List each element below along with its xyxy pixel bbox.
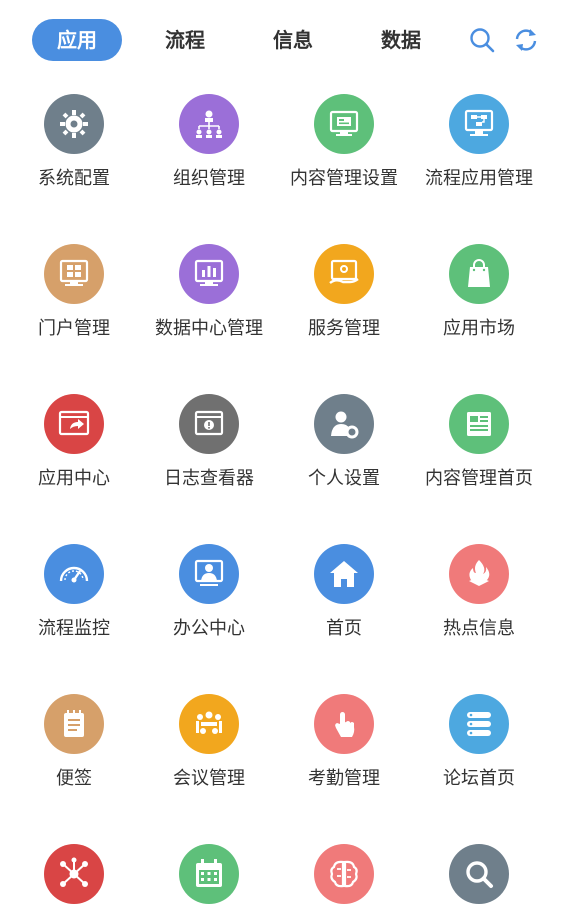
app-item-forum[interactable]: 论坛首页 [412,694,547,790]
flowchart-icon [449,94,509,154]
app-item-calendar[interactable] [142,844,277,904]
service-icon [314,244,374,304]
app-label: 流程监控 [38,618,110,639]
brain-icon [314,844,374,904]
app-item-home[interactable]: 首页 [277,544,412,640]
home-icon [314,544,374,604]
app-item-gear[interactable]: 系统配置 [7,94,142,190]
app-item-bar-chart[interactable]: 数据中心管理 [142,244,277,340]
search-icon [449,844,509,904]
app-item-search[interactable] [412,844,547,904]
calendar-icon [179,844,239,904]
app-label: 考勤管理 [308,768,380,789]
app-label: 系统配置 [38,168,110,189]
app-item-app-center[interactable]: 应用中心 [7,394,142,490]
app-label: 流程应用管理 [425,168,533,189]
app-label: 门户管理 [38,318,110,339]
app-center-icon [44,394,104,454]
app-item-user-settings[interactable]: 个人设置 [277,394,412,490]
app-label: 首页 [326,618,362,639]
app-label: 个人设置 [308,468,380,489]
app-item-log-viewer[interactable]: 日志查看器 [142,394,277,490]
app-label: 办公中心 [173,618,245,639]
app-item-brain[interactable] [277,844,412,904]
app-item-fire[interactable]: 热点信息 [412,544,547,640]
app-label: 日志查看器 [164,468,254,489]
office-icon [179,544,239,604]
org-chart-icon [179,94,239,154]
network-icon [44,844,104,904]
app-label: 组织管理 [173,168,245,189]
app-grid: 系统配置 组织管理 内容管理设置 流程应用管理 门户管理 数据中心管理 服务管理… [0,0,568,904]
portal-icon [44,244,104,304]
content-settings-icon [314,94,374,154]
app-label: 内容管理设置 [290,168,398,189]
fire-icon [449,544,509,604]
app-item-shopping-bag[interactable]: 应用市场 [412,244,547,340]
app-item-notepad[interactable]: 便签 [7,694,142,790]
app-item-touch[interactable]: 考勤管理 [277,694,412,790]
gear-icon [44,94,104,154]
app-item-portal[interactable]: 门户管理 [7,244,142,340]
touch-icon [314,694,374,754]
app-item-flowchart[interactable]: 流程应用管理 [412,94,547,190]
app-item-content-settings[interactable]: 内容管理设置 [277,94,412,190]
app-label: 便签 [56,768,92,789]
app-item-news[interactable]: 内容管理首页 [412,394,547,490]
app-label: 数据中心管理 [155,318,263,339]
bar-chart-icon [179,244,239,304]
user-settings-icon [314,394,374,454]
app-label: 热点信息 [443,618,515,639]
app-label: 论坛首页 [443,768,515,789]
app-item-office[interactable]: 办公中心 [142,544,277,640]
log-viewer-icon [179,394,239,454]
meeting-icon [179,694,239,754]
app-item-service[interactable]: 服务管理 [277,244,412,340]
app-label: 服务管理 [308,318,380,339]
app-item-meeting[interactable]: 会议管理 [142,694,277,790]
app-item-speedometer[interactable]: 流程监控 [7,544,142,640]
app-label: 会议管理 [173,768,245,789]
shopping-bag-icon [449,244,509,304]
app-item-network[interactable] [7,844,142,904]
app-item-org-chart[interactable]: 组织管理 [142,94,277,190]
app-label: 应用中心 [38,468,110,489]
news-icon [449,394,509,454]
forum-icon [449,694,509,754]
notepad-icon [44,694,104,754]
app-label: 应用市场 [443,318,515,339]
app-label: 内容管理首页 [425,468,533,489]
speedometer-icon [44,544,104,604]
